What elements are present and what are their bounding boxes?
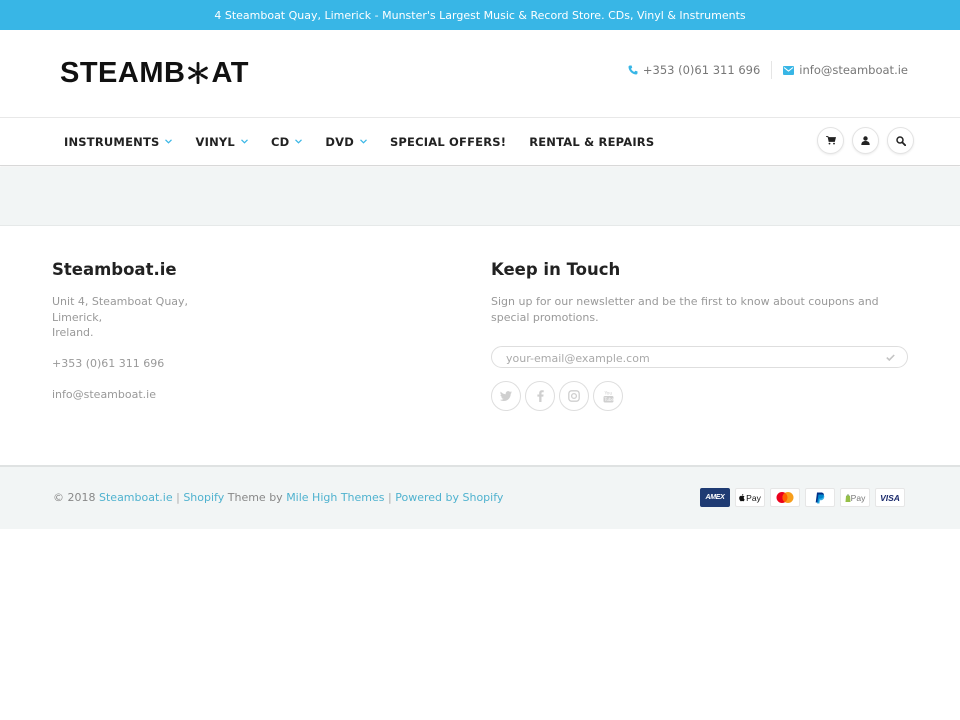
logo-text-left: STEAMB: [60, 57, 186, 89]
header-contact: +353 (0)61 311 696 info@steamboat.ie: [628, 61, 908, 79]
youtube-icon: You Tube: [603, 390, 614, 403]
newsletter-submit-button[interactable]: [883, 350, 897, 364]
payment-icons: AMEX Pay Pay VISA: [700, 488, 905, 507]
newsletter-email-input[interactable]: [492, 348, 872, 369]
snowflake-logo-icon: [188, 62, 209, 84]
paypal-logo-icon: [815, 492, 825, 503]
announcement-bar: 4 Steamboat Quay, Limerick - Munster's L…: [0, 0, 960, 30]
header-phone[interactable]: +353 (0)61 311 696: [628, 63, 760, 77]
chevron-down-icon: [295, 139, 303, 144]
address-line: Limerick,: [52, 310, 103, 324]
nav-item-dvd[interactable]: DVD: [325, 135, 367, 149]
facebook-link[interactable]: [525, 381, 555, 412]
newsletter-description: Sign up for our newsletter and be the fi…: [491, 295, 879, 324]
logo-text-right: AT: [211, 57, 249, 89]
chevron-down-icon: [360, 139, 367, 144]
header-email-text: info@steamboat.ie: [799, 63, 908, 77]
nav-item-cd[interactable]: CD: [270, 134, 303, 149]
amex-icon: AMEX: [700, 488, 730, 507]
apple-pay-icon: Pay: [735, 488, 765, 507]
nav-item-instruments[interactable]: INSTRUMENTS: [64, 134, 173, 149]
footer-bottom: © 2018 Steamboat.ie | Shopify Theme by M…: [0, 465, 960, 529]
footer-main: Steamboat.ie Unit 4, Steamboat Quay, Lim…: [0, 227, 960, 465]
footer-phone[interactable]: +353 (0)61 311 696: [52, 356, 432, 372]
nav-item-vinyl[interactable]: VINYL: [195, 134, 248, 149]
paypal-icon: [805, 488, 835, 507]
header-phone-text: +353 (0)61 311 696: [642, 63, 761, 77]
facebook-icon: [536, 390, 544, 403]
amex-label: AMEX: [705, 494, 725, 501]
powered-by-link[interactable]: Powered by Shopify: [395, 491, 503, 504]
nav-item-label: SPECIAL OFFERS!: [389, 134, 507, 149]
nav-item-label: DVD: [325, 134, 354, 149]
separator: |: [176, 491, 180, 504]
account-button[interactable]: [852, 127, 879, 154]
svg-text:Tube: Tube: [603, 397, 614, 402]
twitter-link[interactable]: [491, 381, 521, 412]
nav-item-rental-repairs[interactable]: RENTAL & REPAIRS: [529, 135, 654, 149]
separator: |: [388, 491, 392, 504]
main-nav: INSTRUMENTS VINYL CD DVD SPECIAL OFFERS!…: [0, 118, 960, 166]
cart-button[interactable]: [817, 127, 844, 154]
google-pay-label: Pay: [850, 492, 866, 503]
nav-item-label: INSTRUMENTS: [64, 134, 160, 149]
footer-newsletter: Keep in Touch Sign up for our newsletter…: [491, 260, 908, 412]
apple-logo-icon: [739, 493, 745, 501]
footer-newsletter-title: Keep in Touch: [491, 260, 621, 279]
newsletter-form: [491, 346, 908, 369]
nav-actions: [817, 127, 914, 154]
search-button[interactable]: [887, 127, 914, 154]
copyright: © 2018 Steamboat.ie | Shopify Theme by M…: [53, 491, 503, 504]
visa-label: VISA: [880, 492, 900, 503]
instagram-icon: [568, 390, 580, 403]
nav-item-label: CD: [270, 134, 290, 149]
youtube-link[interactable]: You Tube: [593, 381, 623, 412]
twitter-icon: [500, 391, 512, 402]
theme-link[interactable]: Mile High Themes: [286, 491, 384, 504]
address-line: Unit 4, Steamboat Quay,: [52, 295, 189, 308]
phone-icon: [628, 65, 638, 75]
svg-text:You: You: [603, 390, 612, 396]
nav-item-label: VINYL: [195, 134, 235, 149]
header: STEAMB AT +353 (0)61 311 696 info@steamb…: [0, 30, 960, 118]
footer-address: Unit 4, Steamboat Quay, Limerick, Irelan…: [52, 294, 432, 341]
announcement-text: 4 Steamboat Quay, Limerick - Munster's L…: [214, 8, 746, 22]
footer-about: Steamboat.ie Unit 4, Steamboat Quay, Lim…: [52, 260, 432, 403]
page-content-band: [0, 167, 960, 226]
envelope-icon: [783, 65, 795, 75]
apple-pay-label: Pay: [746, 492, 761, 503]
nav-item-label: RENTAL & REPAIRS: [529, 134, 655, 149]
cart-icon: [825, 136, 836, 145]
address-line: Ireland.: [52, 326, 94, 340]
logo[interactable]: STEAMB AT: [60, 57, 249, 89]
checkmark-icon: [885, 354, 895, 361]
instagram-link[interactable]: [559, 381, 589, 412]
mastercard-logo-icon: [776, 492, 794, 503]
visa-icon: VISA: [875, 488, 905, 507]
chevron-down-icon: [165, 139, 173, 144]
search-icon: [895, 135, 906, 146]
social-links: You Tube: [491, 381, 908, 412]
theme-by-text: Theme by: [227, 491, 283, 504]
mastercard-icon: [770, 488, 800, 507]
contact-divider: [771, 61, 773, 79]
header-email[interactable]: info@steamboat.ie: [783, 63, 908, 77]
shopify-link[interactable]: Shopify: [183, 491, 224, 504]
user-icon: [861, 136, 870, 145]
nav-item-special-offers[interactable]: SPECIAL OFFERS!: [390, 135, 506, 149]
footer-email[interactable]: info@steamboat.ie: [52, 387, 432, 403]
copyright-text: © 2018: [53, 491, 96, 504]
nav-menu: INSTRUMENTS VINYL CD DVD SPECIAL OFFERS!…: [64, 118, 677, 165]
site-link[interactable]: Steamboat.ie: [99, 491, 173, 504]
footer-about-title: Steamboat.ie: [52, 260, 177, 279]
chevron-down-icon: [241, 139, 248, 144]
google-pay-icon: Pay: [840, 488, 870, 507]
